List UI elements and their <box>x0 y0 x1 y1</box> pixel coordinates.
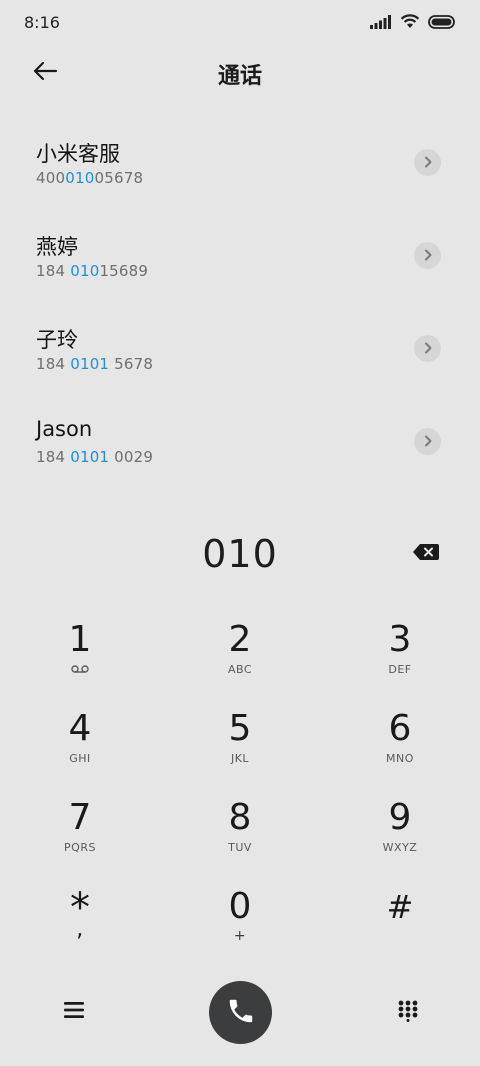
key-7[interactable]: 7 PQRS <box>0 796 160 885</box>
contact-name: 小米客服 <box>36 142 120 166</box>
page-title: 通话 <box>217 64 262 89</box>
number-prefix: 184 <box>36 262 71 280</box>
contact-list: 小米客服 40001005678 燕婷 184 01015689 子玲 184 … <box>0 114 480 486</box>
key-letters: TUV <box>228 841 252 854</box>
key-0[interactable]: 0 + <box>160 885 320 974</box>
wifi-icon <box>400 13 420 33</box>
contact-item[interactable]: 子玲 184 0101 5678 <box>0 300 480 393</box>
chevron-right-icon <box>423 153 433 172</box>
number-match: 0101 <box>70 355 110 373</box>
chevron-right-icon <box>423 339 433 358</box>
call-button[interactable] <box>209 981 272 1044</box>
status-time: 8:16 <box>24 13 60 32</box>
number-match: 010 <box>70 262 100 280</box>
key-4[interactable]: 4 GHI <box>0 707 160 796</box>
key-letters: ABC <box>227 663 253 676</box>
key-hash[interactable]: # <box>320 885 480 974</box>
number-prefix: 184 <box>36 448 71 466</box>
key-digit: 2 <box>228 619 252 660</box>
backspace-button[interactable] <box>410 542 442 566</box>
key-digit: 5 <box>228 708 252 749</box>
contact-item[interactable]: 小米客服 40001005678 <box>0 114 480 207</box>
contact-detail-button[interactable] <box>414 149 441 176</box>
contact-item[interactable]: Jason 184 0101 0029 <box>0 393 480 486</box>
contact-item[interactable]: 燕婷 184 01015689 <box>0 207 480 300</box>
number-suffix: 0029 <box>109 448 154 466</box>
key-5[interactable]: 5 JKL <box>160 707 320 796</box>
key-letters: MNO <box>386 752 414 765</box>
number-prefix: 184 <box>36 355 71 373</box>
key-digit: # <box>386 888 414 926</box>
contact-number: 40001005678 <box>36 169 143 187</box>
key-6[interactable]: 6 MNO <box>320 707 480 796</box>
key-letters: + <box>233 928 247 944</box>
key-8[interactable]: 8 TUV <box>160 796 320 885</box>
number-match: 0101 <box>70 448 110 466</box>
key-digit: 8 <box>228 797 252 838</box>
key-letters: PQRS <box>64 841 96 854</box>
contact-number: 184 0101 0029 <box>36 448 153 466</box>
key-letters: DEF <box>388 663 412 676</box>
number-match: 010 <box>65 169 95 187</box>
menu-icon <box>64 1002 84 1022</box>
backspace-icon <box>412 543 440 565</box>
key-digit: 4 <box>68 708 92 749</box>
signal-icon <box>370 14 392 33</box>
contact-detail-button[interactable] <box>414 335 441 362</box>
phone-icon <box>226 996 256 1030</box>
voicemail-icon <box>71 663 89 677</box>
dialpad-icon <box>398 1000 418 1026</box>
key-1[interactable]: 1 <box>0 618 160 707</box>
contact-name: 子玲 <box>36 328 78 352</box>
dialpad-toggle-button[interactable] <box>392 998 424 1028</box>
key-2[interactable]: 2 ABC <box>160 618 320 707</box>
contact-number: 184 01015689 <box>36 262 148 280</box>
key-letters: WXYZ <box>382 841 418 854</box>
number-suffix: 15689 <box>99 262 149 280</box>
key-digit: 0 <box>228 886 252 927</box>
number-suffix: 05678 <box>94 169 144 187</box>
dial-input-row: 010 <box>0 522 480 586</box>
key-3[interactable]: 3 DEF <box>320 618 480 707</box>
contact-detail-button[interactable] <box>414 242 441 269</box>
key-digit: 3 <box>388 619 412 660</box>
key-letters: JKL <box>230 752 250 765</box>
key-star[interactable]: * , <box>0 885 160 974</box>
contact-name: 燕婷 <box>36 235 78 259</box>
chevron-right-icon <box>423 246 433 265</box>
battery-icon <box>428 14 456 33</box>
contact-detail-button[interactable] <box>414 428 441 455</box>
number-prefix: 400 <box>36 169 66 187</box>
chevron-right-icon <box>423 432 433 451</box>
header: 通话 <box>0 46 480 102</box>
contact-name: Jason <box>36 417 93 441</box>
key-digit: 9 <box>388 797 412 838</box>
bottom-bar <box>0 976 480 1056</box>
key-digit: 6 <box>388 708 412 749</box>
key-letters: , <box>76 917 84 942</box>
menu-button[interactable] <box>58 998 90 1026</box>
number-suffix: 5678 <box>109 355 154 373</box>
status-bar: 8:16 <box>0 0 480 46</box>
dial-input[interactable]: 010 <box>0 532 480 576</box>
key-digit: 7 <box>68 797 92 838</box>
key-digit: 1 <box>68 619 92 660</box>
key-letters: GHI <box>69 752 91 765</box>
status-icons <box>370 14 456 32</box>
key-9[interactable]: 9 WXYZ <box>320 796 480 885</box>
contact-number: 184 0101 5678 <box>36 355 153 373</box>
